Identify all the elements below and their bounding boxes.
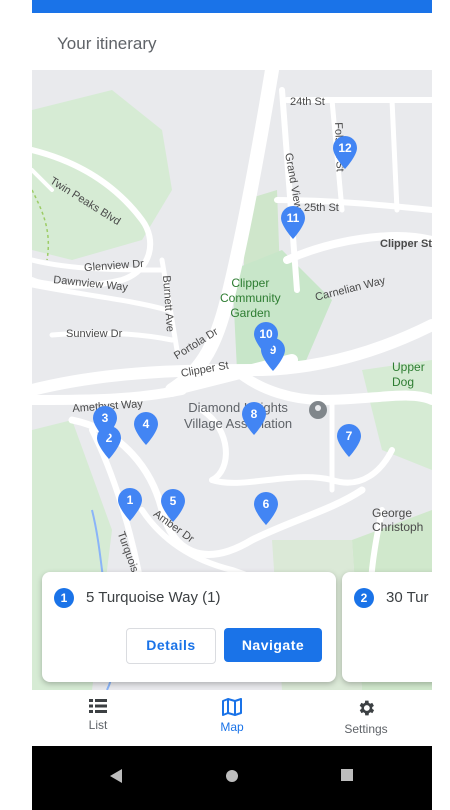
list-icon bbox=[89, 699, 107, 713]
poi-label: George Christoph bbox=[372, 506, 424, 534]
navigate-button[interactable]: Navigate bbox=[224, 628, 322, 662]
stop-number-badge: 1 bbox=[54, 588, 74, 608]
map-icon bbox=[222, 698, 242, 716]
home-icon[interactable] bbox=[224, 768, 240, 784]
map-pin[interactable]: 8 bbox=[241, 402, 267, 436]
map-pin[interactable]: 12 bbox=[332, 136, 358, 170]
street-label: Clipper St bbox=[380, 238, 432, 250]
map-pin[interactable]: 11 bbox=[280, 206, 306, 240]
stop-address: 30 Tur bbox=[386, 589, 429, 606]
nav-map[interactable]: Map bbox=[172, 698, 292, 734]
stop-address: 5 Turquoise Way (1) bbox=[86, 589, 221, 606]
system-navigation-bar bbox=[32, 746, 432, 810]
nav-label: Map bbox=[220, 720, 244, 734]
poi-label: Diamond Heights Village Association bbox=[184, 400, 292, 431]
map-pin[interactable]: 6 bbox=[253, 492, 279, 526]
map-pin[interactable]: 7 bbox=[336, 424, 362, 458]
street-label: Sunview Dr bbox=[66, 328, 123, 340]
map-pin[interactable]: 3 bbox=[92, 406, 118, 440]
nav-label: List bbox=[88, 718, 108, 732]
park-label: Upper Dog bbox=[392, 360, 425, 389]
nav-label: Settings bbox=[344, 722, 388, 736]
app-frame: Your itinerary 24th St Twin Peaks Blvd G… bbox=[32, 0, 432, 810]
map-pin[interactable]: 1 bbox=[117, 488, 143, 522]
nav-settings[interactable]: Settings bbox=[306, 698, 426, 736]
details-button[interactable]: Details bbox=[126, 628, 216, 664]
map-pin[interactable]: 4 bbox=[133, 412, 159, 446]
street-label: 25th St bbox=[304, 202, 339, 214]
app-bar bbox=[32, 0, 432, 13]
recents-icon[interactable] bbox=[340, 768, 354, 782]
street-label: 24th St bbox=[290, 96, 325, 108]
map-pin[interactable]: 10 bbox=[253, 322, 279, 356]
nav-list[interactable]: List bbox=[38, 698, 158, 732]
bottom-navigation: List Map Settings bbox=[32, 690, 432, 746]
page-title: Your itinerary bbox=[57, 34, 157, 53]
itinerary-card[interactable]: 2 30 Tur bbox=[342, 572, 432, 682]
back-icon[interactable] bbox=[109, 768, 123, 784]
itinerary-card[interactable]: 1 5 Turquoise Way (1) Details Navigate bbox=[42, 572, 336, 682]
stop-number-badge: 2 bbox=[354, 588, 374, 608]
map-pin[interactable]: 5 bbox=[160, 489, 186, 523]
gear-icon bbox=[359, 700, 375, 716]
park-label: Clipper Community Garden bbox=[220, 276, 281, 320]
